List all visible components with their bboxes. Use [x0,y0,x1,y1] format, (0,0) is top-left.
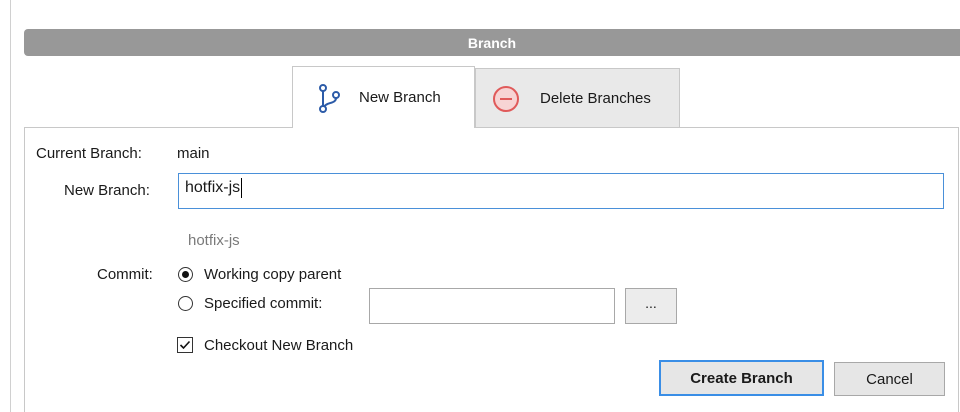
cancel-button-label: Cancel [866,370,913,388]
checkout-new-branch-label[interactable]: Checkout New Branch [204,337,353,354]
create-branch-button[interactable]: Create Branch [659,360,824,396]
current-branch-value: main [177,145,210,162]
browse-commit-label: ... [645,295,657,311]
tab-delete-branches[interactable]: Delete Branches [475,68,680,128]
new-branch-label: New Branch: [64,182,150,199]
branch-icon [313,82,345,114]
checkmark-icon [179,340,191,350]
current-branch-label: Current Branch: [36,145,142,162]
checkout-new-branch-checkbox[interactable] [177,337,193,353]
tab-new-branch[interactable]: New Branch [292,66,475,128]
specified-commit-input[interactable] [369,288,615,324]
working-copy-label[interactable]: Working copy parent [204,266,341,283]
browse-commit-button[interactable]: ... [625,288,677,324]
specified-commit-radio[interactable] [178,296,193,311]
cancel-button[interactable]: Cancel [834,362,945,396]
new-branch-input[interactable]: hotfix-js [178,173,944,209]
dialog-title: Branch [467,34,517,51]
commit-label: Commit: [97,266,153,283]
tab-new-branch-label: New Branch [359,89,441,106]
window-left-edge [0,0,11,412]
text-caret [241,178,243,198]
branch-name-preview: hotfix-js [188,232,240,249]
minus-circle-icon [490,83,522,115]
tab-delete-branches-label: Delete Branches [540,90,651,107]
new-branch-input-value: hotfix-js [185,179,241,197]
specified-commit-label[interactable]: Specified commit: [204,295,322,312]
working-copy-radio[interactable] [178,267,193,282]
create-branch-button-label: Create Branch [690,369,793,387]
dialog-title-bar: Branch [24,29,960,56]
